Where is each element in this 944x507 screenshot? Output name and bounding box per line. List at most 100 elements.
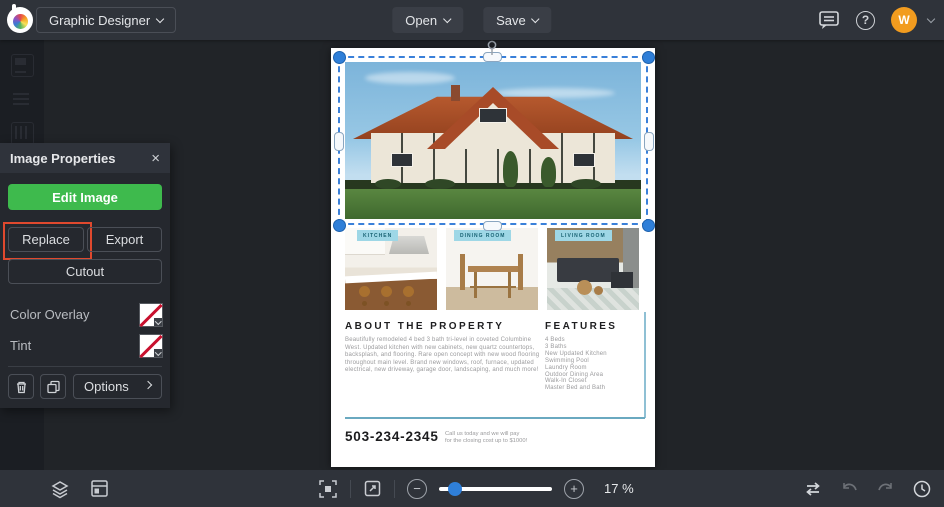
open-label: Open: [405, 12, 438, 28]
history-clock-icon[interactable]: [912, 479, 932, 499]
coffee-table-decor: [577, 280, 592, 295]
fit-to-screen-icon[interactable]: [318, 479, 338, 499]
features-title[interactable]: FEATURES: [545, 321, 617, 332]
cta-text[interactable]: Call us today and we will pay for the cl…: [445, 431, 527, 445]
chair-decor: [460, 254, 465, 290]
horizontal-divider: [345, 417, 645, 419]
selection-box[interactable]: [338, 56, 648, 225]
options-button[interactable]: Options: [73, 374, 162, 399]
close-icon[interactable]: ×: [151, 150, 160, 167]
app-window: Graphic Designer Open Save ? W KITCHEN D…: [0, 0, 944, 507]
divider: [394, 479, 395, 498]
app-mode-menu[interactable]: Graphic Designer: [36, 7, 177, 33]
image-manager-icon[interactable]: [11, 54, 34, 77]
cta-line1: Call us today and we will pay: [445, 431, 520, 437]
photo-tag: KITCHEN: [357, 230, 399, 241]
cta-line2: for the closing cost up to $1000!: [445, 438, 528, 444]
about-body[interactable]: Beautifully remodeled 4 bed 3 bath tri-l…: [345, 337, 541, 375]
rug-decor: [547, 288, 639, 310]
feedback-chat-icon[interactable]: [818, 10, 840, 30]
resize-canvas-icon[interactable]: [363, 479, 382, 498]
selection-handle-e[interactable]: [644, 132, 654, 151]
zoom-slider[interactable]: [439, 481, 552, 496]
befunky-logo-icon[interactable]: [7, 4, 34, 33]
counter-decor: [345, 271, 437, 284]
stool-decor: [359, 286, 370, 297]
phone-number[interactable]: 503-234-2345: [345, 429, 439, 444]
table-leg-decor: [474, 272, 477, 298]
kitchen-photo[interactable]: KITCHEN: [345, 228, 437, 310]
color-overlay-label: Color Overlay: [10, 307, 90, 322]
feature-item: 3 Baths: [545, 343, 567, 350]
top-bar: Graphic Designer Open Save ? W: [0, 0, 944, 40]
selection-handle-s[interactable]: [483, 221, 502, 231]
duplicate-copy-icon[interactable]: [40, 374, 66, 399]
feature-item: Laundry Room: [545, 364, 587, 371]
selection-handle-sw[interactable]: [333, 219, 346, 232]
zoom-out-icon[interactable]: −: [407, 478, 427, 499]
vertical-divider: [644, 312, 646, 418]
zoom-in-icon[interactable]: +: [564, 478, 584, 499]
zoom-level: 17 %: [604, 481, 634, 496]
feature-item: 4 Beds: [545, 337, 565, 343]
file-actions: Open Save: [392, 7, 552, 33]
export-button[interactable]: Export: [87, 227, 162, 252]
template-layout-icon[interactable]: [90, 479, 109, 498]
about-title[interactable]: ABOUT THE PROPERTY: [345, 321, 504, 332]
table-leg-decor: [508, 272, 511, 298]
image-properties-panel: Image Properties × Edit Image Replace Ex…: [0, 143, 170, 408]
panel-divider: [8, 366, 162, 367]
swatch-dropdown-icon[interactable]: [154, 348, 162, 357]
chevron-down-icon: [442, 14, 452, 23]
feature-item: Master Bed and Bath: [545, 385, 606, 392]
help-glyph: ?: [861, 13, 870, 27]
feature-item: Swimming Pool: [545, 357, 589, 364]
divider: [350, 479, 351, 498]
stool-decor: [381, 286, 392, 297]
chair-decor: [518, 254, 523, 290]
feature-item: Walk-In Closet: [545, 378, 587, 385]
open-button[interactable]: Open: [392, 7, 464, 33]
swatch-dropdown-icon[interactable]: [154, 317, 162, 326]
app-mode-label: Graphic Designer: [49, 12, 151, 28]
save-label: Save: [496, 12, 526, 28]
chevron-down-icon: [531, 14, 540, 23]
panel-title: Image Properties: [10, 150, 116, 166]
replace-button[interactable]: Replace: [8, 227, 84, 252]
selection-handle-se[interactable]: [642, 219, 655, 232]
account-menu[interactable]: W: [891, 7, 936, 33]
photo-tag: DINING ROOM: [454, 230, 512, 241]
tint-label: Tint: [10, 338, 32, 353]
help-icon[interactable]: ?: [856, 10, 875, 30]
stool-decor: [403, 286, 414, 297]
undo-icon[interactable]: [840, 481, 859, 497]
bottom-bar: − + 17 %: [0, 470, 944, 507]
features-list[interactable]: 4 Beds 3 Baths New Updated Kitchen Swimm…: [545, 337, 607, 392]
top-right-cluster: ? W: [818, 0, 936, 40]
panel-header: Image Properties ×: [0, 143, 170, 173]
layer-manager-icon[interactable]: [50, 479, 70, 499]
rotate-handle-icon[interactable]: [486, 40, 498, 61]
photo-tag: LIVING ROOM: [555, 230, 612, 241]
sofa-decor: [557, 258, 619, 282]
grid-layout-icon[interactable]: [11, 122, 34, 145]
redo-icon[interactable]: [876, 481, 895, 497]
selection-handle-nw[interactable]: [333, 51, 346, 64]
tint-swatch[interactable]: [139, 334, 163, 358]
edit-image-button[interactable]: Edit Image: [8, 184, 162, 210]
compare-toggle-icon[interactable]: [803, 480, 823, 498]
chevron-right-icon: [143, 380, 153, 390]
options-label: Options: [84, 379, 129, 394]
avatar: W: [891, 7, 917, 33]
chevron-down-icon: [926, 14, 936, 23]
dining-room-photo[interactable]: DINING ROOM: [446, 228, 538, 310]
living-room-photo[interactable]: LIVING ROOM: [547, 228, 639, 310]
zoom-slider-knob[interactable]: [448, 481, 462, 496]
save-button[interactable]: Save: [483, 7, 552, 33]
selection-handle-ne[interactable]: [642, 51, 655, 64]
layers-icon[interactable]: [11, 88, 32, 109]
cutout-button[interactable]: Cutout: [8, 259, 162, 284]
delete-trash-icon[interactable]: [8, 374, 34, 399]
selection-handle-w[interactable]: [334, 132, 344, 151]
color-overlay-swatch[interactable]: [139, 303, 163, 327]
